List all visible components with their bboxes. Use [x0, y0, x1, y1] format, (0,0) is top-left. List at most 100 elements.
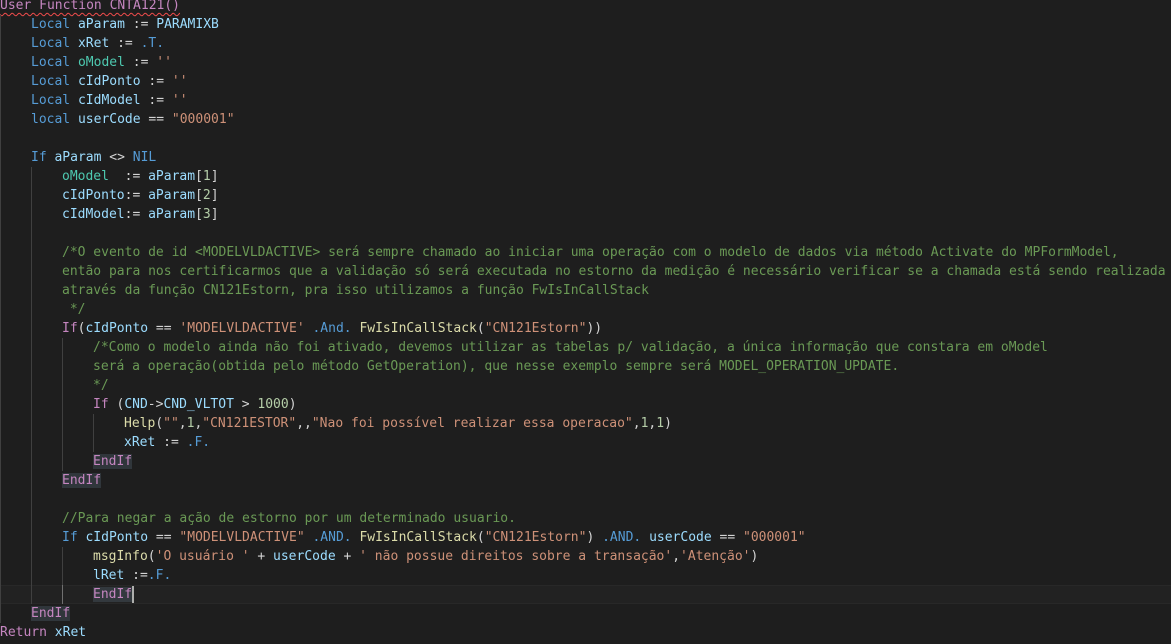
code-token: [ [195, 188, 203, 203]
code-token: Local [31, 17, 71, 32]
indent-guide [31, 167, 32, 186]
code-token: cIdPonto [85, 321, 149, 336]
code-token: .And. [312, 321, 352, 336]
code-line[interactable]: oModel := aParam[1] [0, 167, 1171, 186]
code-token: ] [210, 169, 219, 184]
code-line[interactable]: /*Como o modelo ainda não foi ativado, d… [0, 338, 1171, 357]
code-token: aParam [54, 150, 102, 165]
code-token: "000001" [743, 530, 806, 545]
code-token: ) [288, 397, 297, 412]
code-token: == [148, 530, 180, 545]
code-line[interactable]: será a operação(obtida pelo método GetOp… [0, 357, 1171, 376]
code-token: , [178, 416, 187, 431]
code-token: oModel [77, 55, 125, 70]
code-token: cIdModel [62, 207, 125, 222]
code-line[interactable]: /*O evento de id <MODELVLDACTIVE> será s… [0, 243, 1171, 262]
code-line[interactable]: cIdModel:= aParam[3] [0, 205, 1171, 224]
code-line[interactable]: Local cIdPonto := '' [0, 72, 1171, 91]
code-line[interactable] [0, 490, 1171, 509]
code-token: := [124, 17, 157, 32]
code-token: := [109, 36, 141, 51]
indent-guide [93, 433, 94, 452]
code-token: "CN121Estorn" [484, 530, 587, 545]
indent-guide [31, 528, 32, 547]
code-line[interactable] [0, 129, 1171, 148]
code-line[interactable]: Help("", 1, "CN121ESTOR",,"Nao foi possíve… [0, 414, 1171, 433]
code-token: 3 [202, 207, 211, 222]
code-token: 'O usuário ' [155, 549, 250, 564]
code-token: PARAMIXB [156, 17, 219, 32]
code-token: := [124, 568, 148, 583]
code-token: aParam [148, 169, 196, 184]
code-token: EndIf [31, 606, 71, 621]
code-token: cIdPonto [85, 530, 149, 545]
code-line[interactable]: EndIf [0, 452, 1171, 471]
indent-guide [31, 281, 32, 300]
indent-guide [62, 452, 63, 471]
code-line[interactable]: Local oModel := '' [0, 53, 1171, 72]
code-token: aParam [77, 17, 125, 32]
text-cursor [132, 586, 135, 603]
code-line[interactable]: Local aParam := PARAMIXB [0, 15, 1171, 34]
code-token: EndIf [93, 454, 133, 469]
indent-guide [0, 129, 1, 148]
code-line[interactable]: local userCode == "000001" [0, 110, 1171, 129]
code-line[interactable]: EndIf [0, 585, 1171, 604]
code-line[interactable]: EndIf [0, 604, 1171, 623]
code-token: ( [108, 397, 125, 412]
indent-guide [31, 509, 32, 528]
code-line[interactable] [0, 224, 1171, 243]
code-token: If [62, 530, 78, 545]
code-token: 1000 [257, 397, 289, 412]
indent-guide [31, 205, 32, 224]
code-token: aParam [148, 188, 196, 203]
code-token: CND_VLTOT [163, 397, 234, 412]
code-line[interactable]: //Para negar a ação de estorno por um de… [0, 509, 1171, 528]
code-line[interactable]: xRet := .F. [0, 433, 1171, 452]
code-token: "Nao foi possível realizar essa operacao… [311, 416, 633, 431]
code-token: xRet [54, 625, 87, 640]
indent-guide [31, 452, 32, 471]
indent-guide [31, 376, 32, 395]
code-line[interactable]: então para nos certificarmos que a valid… [0, 262, 1171, 281]
indent-guide [62, 338, 63, 357]
code-token: 'Atenção' [680, 549, 751, 564]
indent-guide [0, 433, 1, 452]
code-token: ( [476, 530, 485, 545]
code-line[interactable]: msgInfo('O usuário ' + userCode + ' não … [0, 547, 1171, 566]
code-token: local [31, 112, 71, 127]
code-token: .F. [186, 435, 211, 450]
code-token: := [140, 93, 172, 108]
code-token: := [124, 207, 149, 222]
code-line[interactable]: If aParam <> NIL [0, 148, 1171, 167]
indent-guide [62, 357, 63, 376]
code-token: /*O evento de id <MODELVLDACTIVE> será s… [62, 245, 1119, 260]
code-line[interactable]: */ [0, 300, 1171, 319]
code-token: , [632, 416, 641, 431]
indent-guide [62, 376, 63, 395]
code-token: .F. [147, 568, 172, 583]
code-line[interactable]: If (CND->CND_VLTOT > 1000) [0, 395, 1171, 414]
code-token: [ [195, 169, 203, 184]
code-line[interactable]: através da função CN121Estorn, pra isso … [0, 281, 1171, 300]
code-token: .T. [140, 36, 165, 51]
code-token: If [62, 321, 78, 336]
code-token: CND [124, 397, 148, 412]
code-token: Local [31, 93, 71, 108]
code-line[interactable]: Local cIdModel := '' [0, 91, 1171, 110]
code-line[interactable]: If (cIdPonto == 'MODELVLDACTIVE' .And. Fw… [0, 319, 1171, 338]
code-line[interactable]: */ [0, 376, 1171, 395]
code-line[interactable]: EndIf [0, 471, 1171, 490]
code-line[interactable]: cIdPonto:= aParam[2] [0, 186, 1171, 205]
indent-guide [31, 357, 32, 376]
code-token: .AND. [312, 530, 352, 545]
code-line[interactable]: User Function CNTA121() [0, 0, 1171, 15]
code-token: If [93, 397, 109, 412]
code-line[interactable]: Return xRet [0, 623, 1171, 642]
code-line[interactable]: Local xRet := .T. [0, 34, 1171, 53]
code-line[interactable]: If cIdPonto == "MODELVLDACTIVE" .AND. Fw… [0, 528, 1171, 547]
code-editor[interactable]: User Function CNTA121() Local aParam := P… [0, 0, 1171, 644]
code-token: + [249, 549, 274, 564]
code-line[interactable]: lRet :=.F. [0, 566, 1171, 585]
